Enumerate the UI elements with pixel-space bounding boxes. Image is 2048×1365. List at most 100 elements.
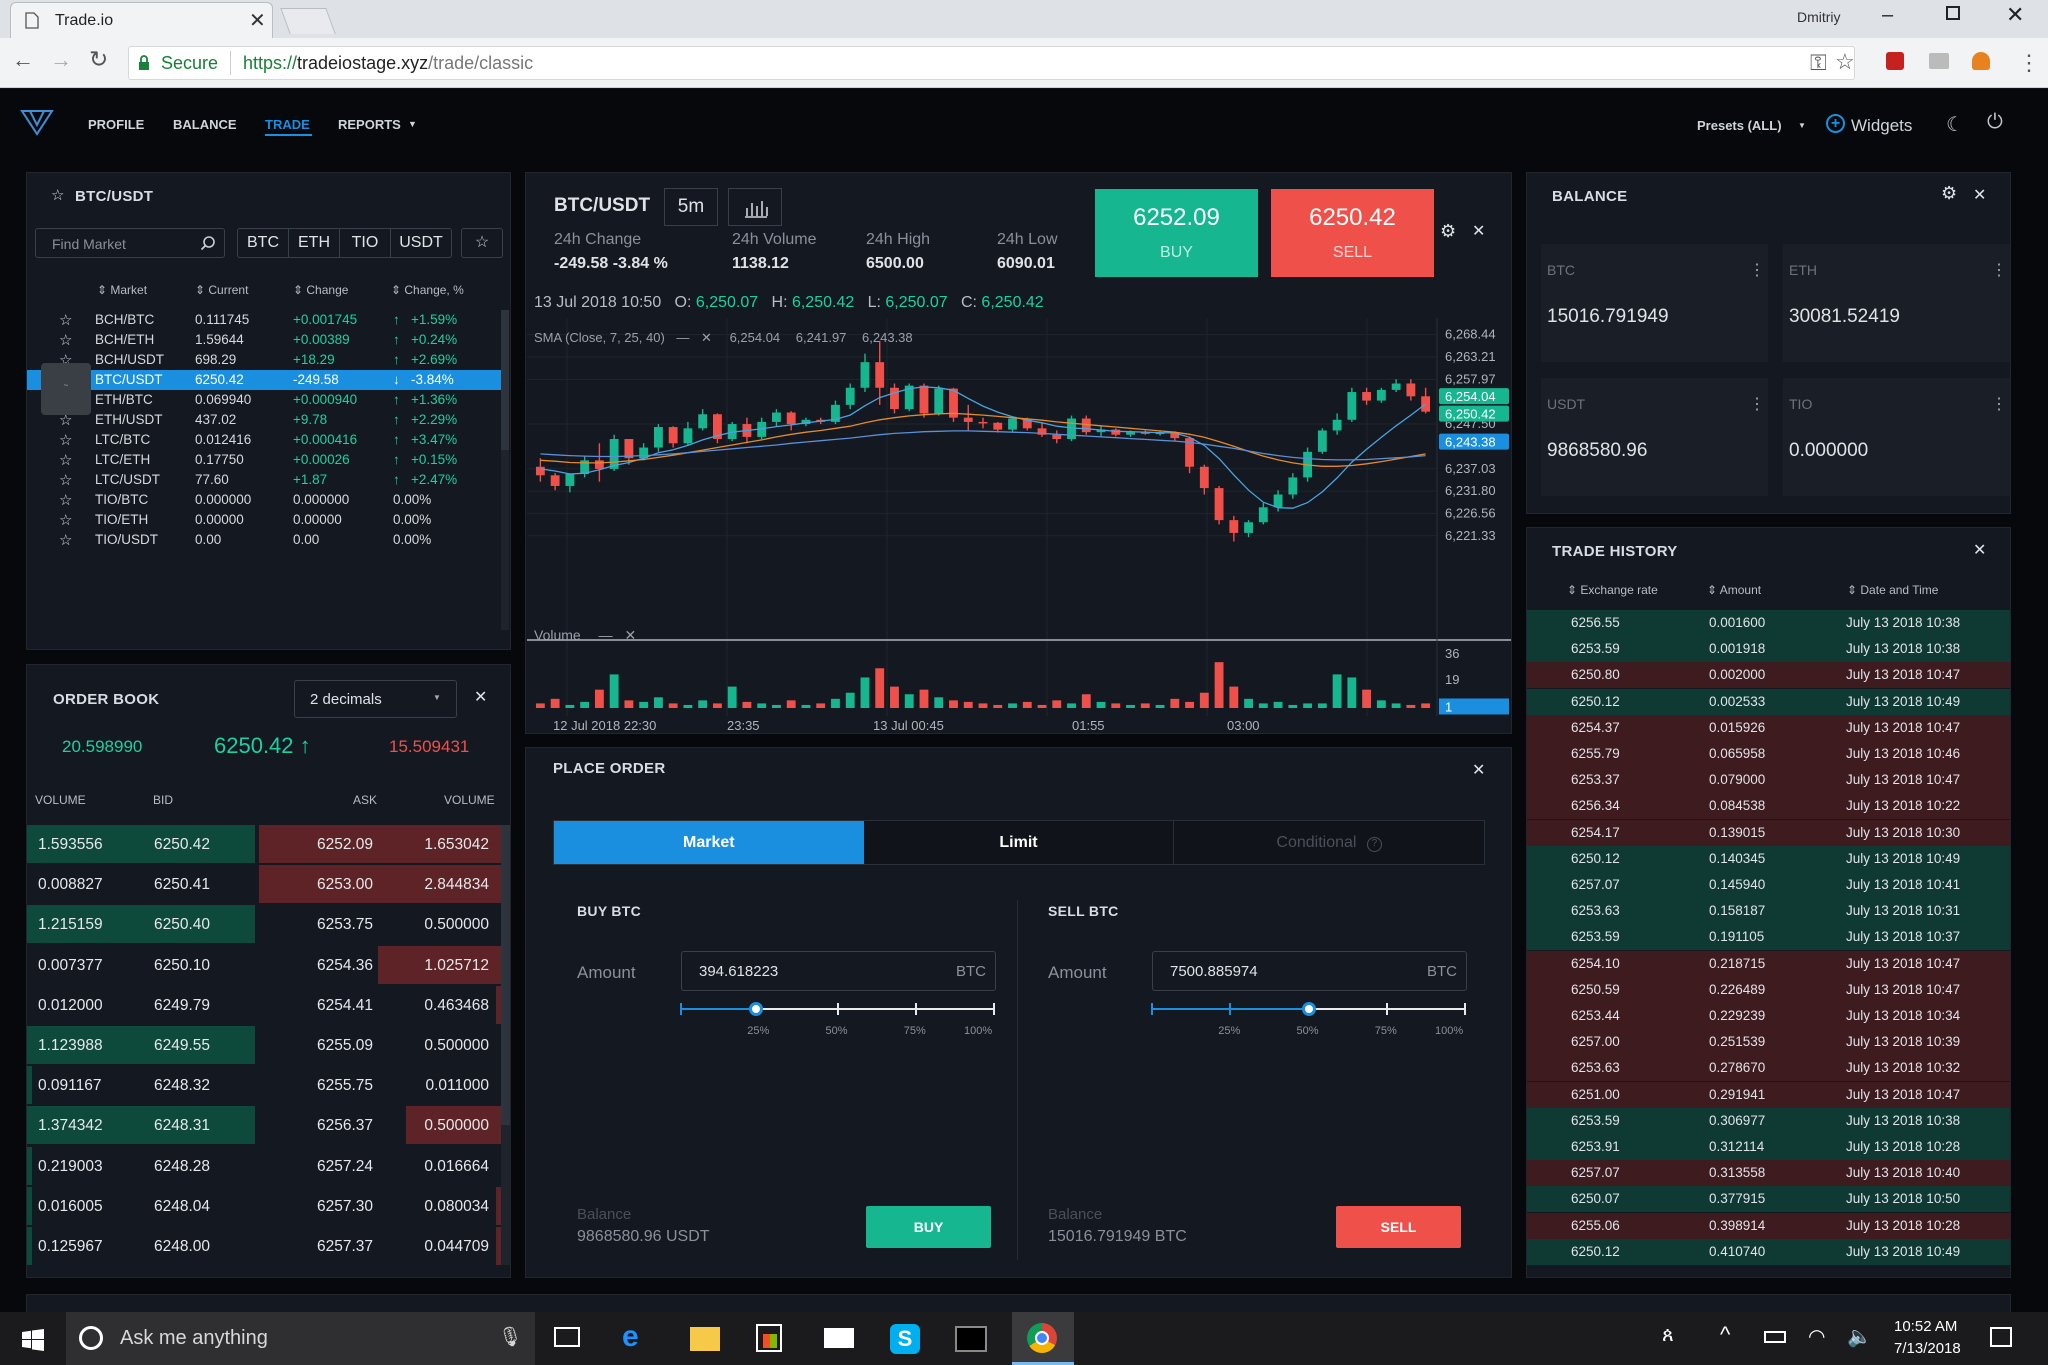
wifi-icon[interactable]: ◠ — [1808, 1324, 1825, 1349]
col-date-time[interactable]: ⇕ Date and Time — [1847, 583, 1938, 597]
market-scrollbar[interactable] — [501, 310, 509, 630]
market-favorite-star-icon[interactable]: ☆ — [59, 511, 72, 529]
balance-settings-gear-icon[interactable]: ⚙ — [1941, 183, 1957, 204]
market-favorite-star-icon[interactable]: ☆ — [59, 451, 72, 469]
balance-card[interactable]: BTC ⋮ 15016.791949 — [1541, 244, 1768, 362]
decimals-select[interactable]: 2 decimals ▼ — [294, 680, 457, 718]
market-row[interactable]: ☆BTC/USDT6250.42-249.58↓-3.84% — [27, 370, 501, 390]
sma-remove-icon[interactable]: ✕ — [701, 330, 712, 345]
windows-start-icon[interactable] — [22, 1329, 44, 1351]
microphone-icon[interactable]: 🎙 — [498, 1325, 522, 1349]
market-row[interactable]: ☆ BCH/ETH 1.59644 +0.00389 ↑ +0.24% — [27, 330, 501, 350]
extension-icon[interactable] — [1929, 53, 1949, 69]
market-row[interactable]: ☆ TIO/BTC 0.000000 0.000000 0.00% — [27, 490, 501, 510]
clock-date[interactable]: 7/13/2018 — [1894, 1340, 1961, 1357]
profile-name[interactable]: Dmitriy — [1797, 9, 1841, 25]
balance-close-icon[interactable]: ✕ — [1973, 185, 1986, 205]
market-row[interactable]: ☆ BCH/BTC 0.111745 +0.001745 ↑ +1.59% — [27, 310, 501, 330]
balance-card-menu-icon[interactable]: ⋮ — [1749, 394, 1765, 414]
key-icon[interactable]: ⚿ — [1810, 50, 1827, 76]
interval-selector[interactable]: 5m — [664, 188, 718, 226]
market-favorite-star-icon[interactable]: ☆ — [59, 471, 72, 489]
add-widget-icon[interactable]: + — [1826, 114, 1845, 133]
filter-eth[interactable]: ETH — [289, 229, 340, 257]
balance-card[interactable]: TIO ⋮ 0.000000 — [1783, 378, 2010, 496]
trade-history-close-icon[interactable]: ✕ — [1973, 540, 1986, 560]
tray-chevron-icon[interactable]: ^ — [1720, 1322, 1730, 1348]
favorite-star-icon[interactable]: ☆ — [51, 186, 64, 204]
order-book-row[interactable]: 0.125967 6248.00 6257.37 0.044709 — [27, 1227, 501, 1265]
minimize-icon[interactable]: – — [1882, 4, 1893, 27]
balance-card-menu-icon[interactable]: ⋮ — [1991, 260, 2007, 280]
col-change[interactable]: ⇕ Change — [293, 283, 348, 297]
balance-card[interactable]: USDT ⋮ 9868580.96 — [1541, 378, 1768, 496]
tab-conditional[interactable]: Conditional ? — [1174, 821, 1485, 864]
col-current[interactable]: ⇕ Current — [195, 283, 248, 297]
cortana-search-box[interactable]: Ask me anything 🎙 — [66, 1312, 535, 1365]
debug-overlay-icon[interactable]: ~ — [41, 363, 91, 415]
order-book-row[interactable]: 1.215159 6250.40 6253.75 0.500000 — [27, 905, 501, 944]
col-exchange-rate[interactable]: ⇕ Exchange rate — [1567, 583, 1658, 597]
sell-button[interactable]: SELL — [1336, 1206, 1461, 1248]
action-center-icon[interactable] — [1990, 1327, 2012, 1347]
store-icon[interactable] — [756, 1324, 782, 1352]
nav-reports[interactable]: REPORTS — [338, 117, 401, 132]
new-tab-button[interactable] — [280, 8, 336, 34]
extension-shield-icon[interactable] — [1886, 52, 1904, 70]
market-row[interactable]: ☆ LTC/BTC 0.012416 +0.000416 ↑ +3.47% — [27, 430, 501, 450]
battery-icon[interactable] — [1764, 1331, 1786, 1343]
volume-hide-icon[interactable]: — — [599, 627, 613, 643]
col-amount[interactable]: ⇕ Amount — [1707, 583, 1761, 597]
tab-market[interactable]: Market — [554, 821, 864, 864]
url-bar[interactable]: Secure https://tradeiostage.xyz/trade/cl… — [128, 46, 1855, 80]
order-book-row[interactable]: 1.593556 6250.42 6252.09 1.653042 — [27, 825, 501, 863]
buy-amount-slider[interactable]: 25% 50% 75% 100% — [680, 998, 996, 1038]
file-explorer-icon[interactable] — [690, 1327, 720, 1351]
buy-amount-input[interactable]: 394.618223 BTC — [681, 951, 996, 991]
market-favorite-star-icon[interactable]: ☆ — [59, 311, 72, 329]
metamask-icon[interactable] — [1972, 52, 1990, 70]
clock-time[interactable]: 10:52 AM — [1894, 1318, 1957, 1335]
market-favorite-star-icon[interactable]: ☆ — [59, 431, 72, 449]
browser-tab[interactable]: Trade.io ✕ — [10, 2, 273, 38]
order-book-row[interactable]: 1.374342 6248.31 6256.37 0.500000 — [27, 1106, 501, 1145]
mail-icon[interactable] — [824, 1328, 854, 1348]
market-row[interactable]: ☆ LTC/USDT 77.60 +1.87 ↑ +2.47% — [27, 470, 501, 490]
order-book-scrollbar[interactable] — [501, 825, 510, 1265]
market-row[interactable]: ☆ ETH/USDT 437.02 +9.78 ↑ +2.29% — [27, 410, 501, 430]
market-favorite-star-icon[interactable]: ☆ — [59, 331, 72, 349]
edge-icon[interactable]: e — [622, 1320, 639, 1354]
favorites-filter-star-icon[interactable]: ☆ — [461, 228, 503, 258]
order-book-row[interactable]: 1.123988 6249.55 6255.09 0.500000 — [27, 1026, 501, 1064]
tab-limit[interactable]: Limit — [863, 821, 1175, 864]
balance-card[interactable]: ETH ⋮ 30081.52419 — [1783, 244, 2010, 362]
back-icon[interactable]: ← — [12, 47, 34, 73]
slider-handle[interactable] — [749, 1002, 764, 1016]
power-icon[interactable]: ⏻ — [1987, 111, 2003, 134]
market-row[interactable]: ☆ETH/BTC0.069940+0.000940↑+1.36% — [27, 390, 501, 410]
terminal-icon[interactable] — [955, 1326, 987, 1352]
order-book-row[interactable]: 0.219003 6248.28 6257.24 0.016664 — [27, 1146, 501, 1185]
nav-balance[interactable]: BALANCE — [173, 117, 237, 132]
balance-card-menu-icon[interactable]: ⋮ — [1749, 260, 1765, 280]
volume-icon[interactable]: 🔈 — [1847, 1324, 1872, 1349]
place-order-close-icon[interactable]: ✕ — [1472, 760, 1485, 780]
close-window-icon[interactable]: ✕ — [2006, 2, 2024, 28]
price-chart[interactable]: 6,268.446,263.216,257.976,247.506,237.03… — [527, 318, 1511, 733]
market-row[interactable]: ☆ TIO/USDT 0.00 0.00 0.00% — [27, 530, 501, 550]
filter-btc[interactable]: BTC — [238, 229, 289, 257]
slider-handle[interactable] — [1301, 1002, 1316, 1016]
forward-icon[interactable]: → — [50, 47, 72, 73]
market-favorite-star-icon[interactable]: ☆ — [59, 491, 72, 509]
chrome-taskbar-button[interactable] — [1012, 1312, 1074, 1365]
buy-button[interactable]: BUY — [866, 1206, 991, 1248]
indicators-button[interactable] — [728, 188, 782, 226]
balance-card-menu-icon[interactable]: ⋮ — [1991, 394, 2007, 414]
sell-amount-slider[interactable]: 25% 50% 75% 100% — [1151, 998, 1467, 1038]
nav-profile[interactable]: PROFILE — [88, 117, 144, 132]
chart-settings-gear-icon[interactable]: ⚙ — [1440, 221, 1456, 242]
order-book-row[interactable]: 0.008827 6250.41 6253.00 2.844834 — [27, 865, 501, 904]
tradeio-logo-icon[interactable] — [20, 108, 54, 136]
order-book-row[interactable]: 0.012000 6249.79 6254.41 0.463468 — [27, 985, 501, 1024]
skype-icon[interactable]: S — [890, 1324, 920, 1354]
